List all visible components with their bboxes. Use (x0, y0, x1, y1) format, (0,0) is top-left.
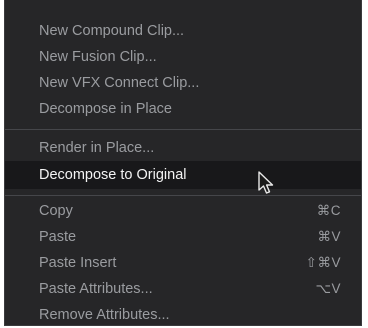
menu-item-label: Decompose in Place (39, 101, 172, 117)
menu-item-new-fusion-clip[interactable]: New Fusion Clip... (5, 44, 361, 70)
context-menu: New Compound Clip... New Fusion Clip... … (4, 0, 362, 326)
menu-item-render-in-place[interactable]: Render in Place... (5, 135, 361, 161)
shortcut-label: ⇧⌘V (305, 255, 341, 270)
menu-item-label: Remove Attributes... (39, 307, 170, 323)
menu-item-label: Render in Place... (39, 140, 155, 156)
shortcut-label: ⌘V (317, 229, 341, 244)
shortcut-label: ⌥V (315, 281, 341, 296)
menu-item-remove-attributes[interactable]: Remove Attributes... (5, 302, 361, 328)
menu-item-label: Decompose to Original (39, 167, 187, 183)
menu-separator (5, 195, 361, 196)
menu-item-decompose-in-place[interactable]: Decompose in Place (5, 96, 361, 122)
menu-item-decompose-to-original[interactable]: Decompose to Original (5, 161, 361, 189)
menu-item-new-vfx-connect-clip[interactable]: New VFX Connect Clip... (5, 70, 361, 96)
menu-item-label: New VFX Connect Clip... (39, 75, 200, 91)
menu-item-paste[interactable]: Paste ⌘V (5, 224, 361, 250)
menu-item-new-compound-clip[interactable]: New Compound Clip... (5, 18, 361, 44)
mouse-pointer-icon (258, 171, 274, 194)
menu-item-copy[interactable]: Copy ⌘C (5, 198, 361, 224)
shortcut-label: ⌘C (316, 203, 341, 218)
menu-item-label: Paste Attributes... (39, 281, 153, 297)
menu-item-paste-insert[interactable]: Paste Insert ⇧⌘V (5, 250, 361, 276)
menu-item-paste-attributes[interactable]: Paste Attributes... ⌥V (5, 276, 361, 302)
menu-item-label: Paste Insert (39, 255, 117, 271)
menu-item-label: Paste (39, 229, 77, 245)
menu-item-label: New Fusion Clip... (39, 49, 157, 65)
menu-item-label: New Compound Clip... (39, 23, 185, 39)
menu-separator (5, 129, 361, 130)
menu-item-label: Copy (39, 203, 73, 219)
